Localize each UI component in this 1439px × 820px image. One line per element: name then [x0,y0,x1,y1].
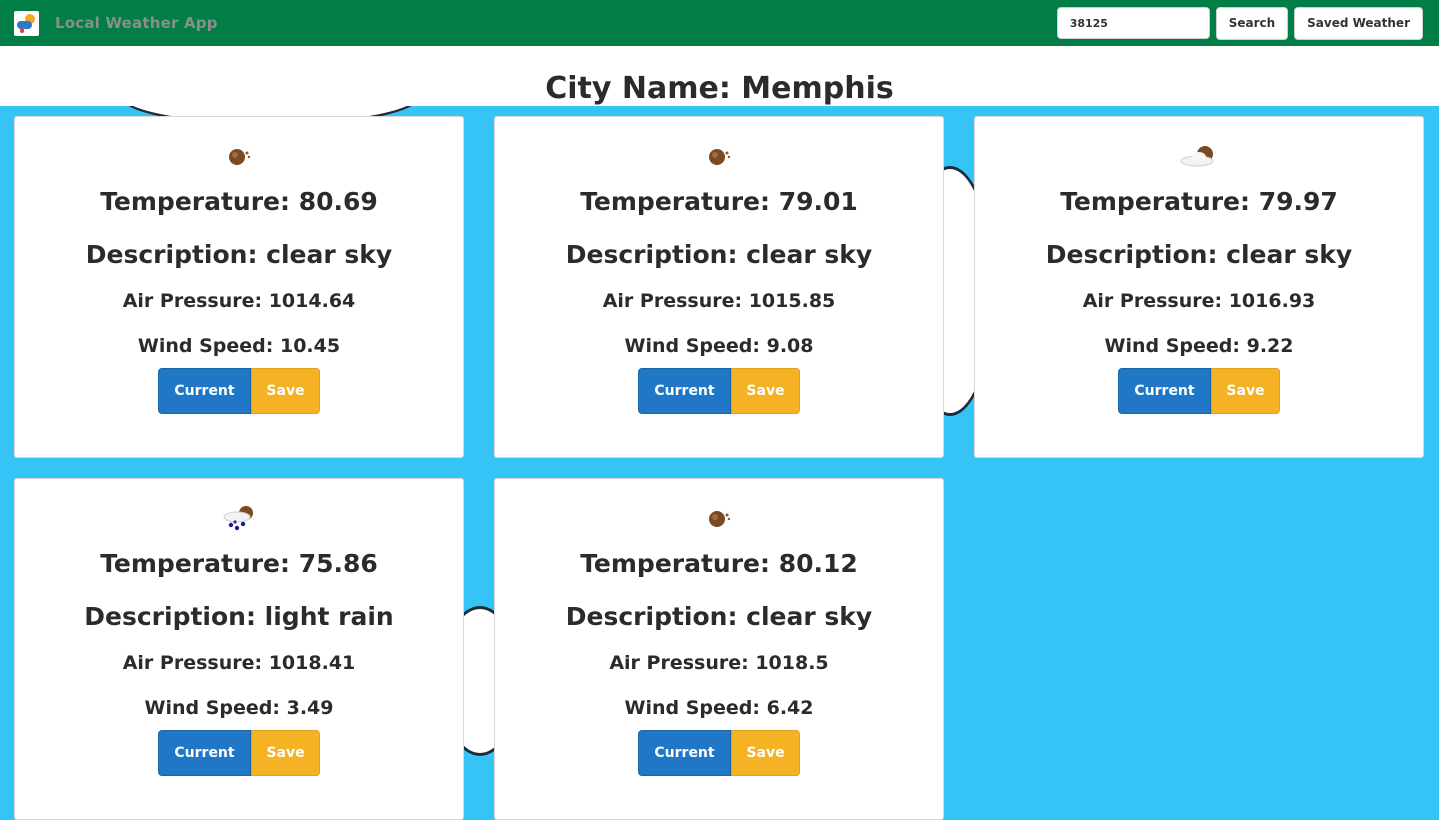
saved-weather-button[interactable]: Saved Weather [1294,6,1423,40]
wind-speed: Wind Speed: 6.42 [624,697,814,719]
current-button[interactable]: Current [638,730,731,776]
wind-speed: Wind Speed: 10.45 [137,335,341,357]
air-pressure: Air Pressure: 1014.64 [122,290,356,312]
current-button[interactable]: Current [638,368,731,414]
city-header: City Name: Memphis [0,46,1439,106]
weather-card: Temperature: 79.97 Description: clear sk… [974,116,1424,458]
current-button[interactable]: Current [158,730,251,776]
weather-card: Temperature: 80.69 Description: clear sk… [14,116,464,458]
save-button[interactable]: Save [731,730,800,776]
wind-speed: Wind Speed: 9.08 [624,335,814,357]
clear-sky-icon [495,503,943,533]
city-title: City Name: Memphis [545,70,894,106]
save-button[interactable]: Save [1211,368,1280,414]
air-pressure: Air Pressure: 1018.41 [122,652,356,674]
weather-background: Temperature: 80.69 Description: clear sk… [0,106,1439,820]
air-pressure: Air Pressure: 1016.93 [1082,290,1316,312]
navbar: Local Weather App Search Saved Weather [0,0,1439,46]
wind-speed: Wind Speed: 9.22 [1104,335,1294,357]
light-rain-icon [15,503,463,533]
nav-actions: Search Saved Weather [1056,6,1423,40]
air-pressure: Air Pressure: 1018.5 [609,652,829,674]
save-button[interactable]: Save [731,368,800,414]
description: Description: clear sky [565,602,873,631]
temperature: Temperature: 75.86 [100,549,378,578]
clear-sky-icon [495,141,943,171]
temperature: Temperature: 79.01 [580,187,858,216]
description: Description: clear sky [565,240,873,269]
air-pressure: Air Pressure: 1015.85 [602,290,836,312]
search-button[interactable]: Search [1215,6,1289,40]
current-button[interactable]: Current [158,368,251,414]
weather-card: Temperature: 75.86 Description: light ra… [14,478,464,820]
temperature: Temperature: 79.97 [1060,187,1338,216]
wind-speed: Wind Speed: 3.49 [144,697,334,719]
clear-sky-icon [15,141,463,171]
weather-card: Temperature: 79.01 Description: clear sk… [494,116,944,458]
temperature: Temperature: 80.12 [580,549,858,578]
partly-cloudy-icon [975,141,1423,171]
current-button[interactable]: Current [1118,368,1211,414]
description: Description: light rain [84,602,394,631]
zip-search-input[interactable] [1056,7,1210,39]
weather-app-logo-icon[interactable] [14,10,39,36]
temperature: Temperature: 80.69 [100,187,378,216]
app-title[interactable]: Local Weather App [55,14,218,32]
description: Description: clear sky [1045,240,1353,269]
weather-card: Temperature: 80.12 Description: clear sk… [494,478,944,820]
save-button[interactable]: Save [251,368,320,414]
save-button[interactable]: Save [251,730,320,776]
description: Description: clear sky [85,240,393,269]
